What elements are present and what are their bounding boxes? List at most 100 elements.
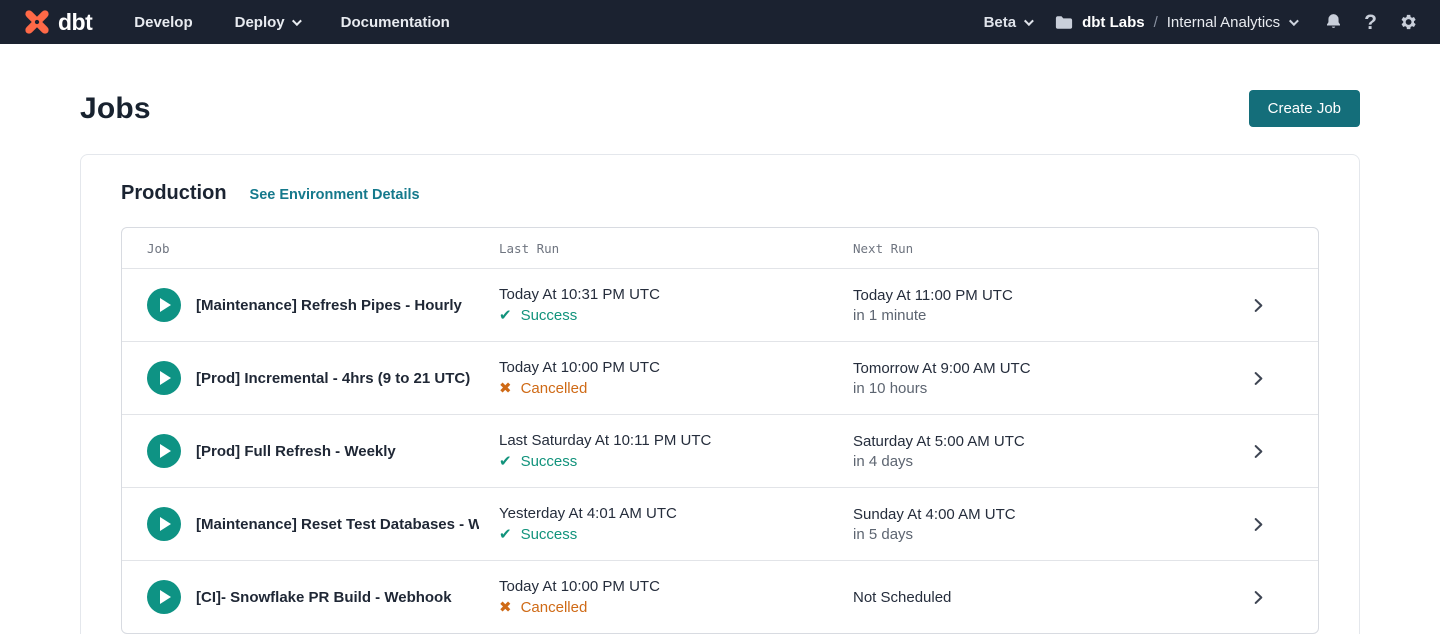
next-run-cell: Today At 11:00 PM UTC in 1 minute — [853, 287, 1198, 324]
column-header-next-run: Next Run — [853, 241, 1198, 256]
status-icon: ✔ — [499, 525, 512, 543]
chevron-down-icon — [1289, 16, 1299, 26]
next-run-time: Saturday At 5:00 AM UTC — [853, 433, 1198, 450]
environment-card: Production See Environment Details Job L… — [80, 154, 1360, 634]
account-name: dbt Labs — [1082, 14, 1145, 31]
chevron-right-icon[interactable] — [1251, 590, 1266, 605]
status-badge: Success — [521, 453, 578, 470]
job-name: [Maintenance] Reset Test Databases - W… — [196, 516, 479, 533]
breadcrumb-separator: / — [1154, 14, 1158, 31]
nav-item-label: Develop — [134, 14, 192, 31]
next-run-time: Tomorrow At 9:00 AM UTC — [853, 360, 1198, 377]
last-run-time: Today At 10:00 PM UTC — [499, 359, 853, 376]
chevron-right-icon[interactable] — [1251, 298, 1266, 313]
next-run-cell: Sunday At 4:00 AM UTC in 5 days — [853, 506, 1198, 543]
bell-icon[interactable] — [1324, 12, 1343, 32]
status-line: ✔ Success — [499, 306, 853, 324]
job-name: [Maintenance] Refresh Pipes - Hourly — [196, 297, 462, 314]
see-environment-details-link[interactable]: See Environment Details — [250, 187, 420, 203]
table-row[interactable]: [Prod] Full Refresh - Weekly Last Saturd… — [122, 414, 1318, 487]
status-line: ✔ Success — [499, 525, 853, 543]
chevron-right-icon[interactable] — [1251, 444, 1266, 459]
status-line: ✖ Cancelled — [499, 379, 853, 397]
environment-header: Production See Environment Details — [121, 182, 1319, 205]
folder-icon — [1055, 15, 1073, 30]
environment-name: Production — [121, 182, 227, 205]
last-run-cell: Yesterday At 4:01 AM UTC ✔ Success — [499, 505, 853, 543]
create-job-button[interactable]: Create Job — [1249, 90, 1360, 127]
last-run-time: Today At 10:31 PM UTC — [499, 286, 853, 303]
status-badge: Success — [521, 526, 578, 543]
nav-item-develop[interactable]: Develop — [134, 14, 192, 31]
status-icon: ✔ — [499, 306, 512, 324]
job-cell: [Maintenance] Refresh Pipes - Hourly — [147, 288, 499, 322]
navbar-icon-group: ? — [1324, 12, 1418, 33]
last-run-time: Last Saturday At 10:11 PM UTC — [499, 432, 853, 449]
next-run-cell: Tomorrow At 9:00 AM UTC in 10 hours — [853, 360, 1198, 397]
beta-label: Beta — [984, 14, 1017, 31]
next-run-time: Today At 11:00 PM UTC — [853, 287, 1198, 304]
jobs-table-body: [Maintenance] Refresh Pipes - Hourly Tod… — [122, 268, 1318, 633]
last-run-cell: Today At 10:00 PM UTC ✖ Cancelled — [499, 359, 853, 397]
run-job-play-button[interactable] — [147, 434, 181, 468]
row-chevron-cell — [1198, 590, 1318, 605]
last-run-time: Today At 10:00 PM UTC — [499, 578, 853, 595]
navbar-right: Beta dbt Labs / Internal Analytics ? — [984, 12, 1418, 33]
nav-item-deploy[interactable]: Deploy — [235, 14, 299, 31]
help-icon[interactable]: ? — [1364, 12, 1377, 33]
top-navbar: dbt Develop Deploy Documentation Beta db… — [0, 0, 1440, 44]
nav-item-label: Documentation — [341, 14, 450, 31]
next-run-time: Sunday At 4:00 AM UTC — [853, 506, 1198, 523]
run-job-play-button[interactable] — [147, 288, 181, 322]
row-chevron-cell — [1198, 371, 1318, 386]
play-icon — [160, 298, 171, 312]
status-badge: Success — [521, 307, 578, 324]
play-icon — [160, 590, 171, 604]
next-run-time: Not Scheduled — [853, 589, 1198, 606]
row-chevron-cell — [1198, 444, 1318, 459]
status-badge: Cancelled — [521, 599, 588, 616]
play-icon — [160, 517, 171, 531]
table-row[interactable]: [Maintenance] Reset Test Databases - W… … — [122, 487, 1318, 560]
job-cell: [Prod] Full Refresh - Weekly — [147, 434, 499, 468]
chevron-right-icon[interactable] — [1251, 371, 1266, 386]
row-chevron-cell — [1198, 298, 1318, 313]
last-run-cell: Last Saturday At 10:11 PM UTC ✔ Success — [499, 432, 853, 470]
last-run-cell: Today At 10:00 PM UTC ✖ Cancelled — [499, 578, 853, 616]
dbt-logo[interactable]: dbt — [22, 7, 92, 37]
brand-wordmark: dbt — [58, 9, 92, 36]
nav-item-documentation[interactable]: Documentation — [341, 14, 450, 31]
account-project-switcher[interactable]: dbt Labs / Internal Analytics — [1055, 14, 1296, 31]
gear-icon[interactable] — [1398, 12, 1418, 32]
table-row[interactable]: [CI]- Snowflake PR Build - Webhook Today… — [122, 560, 1318, 633]
table-row[interactable]: [Prod] Incremental - 4hrs (9 to 21 UTC) … — [122, 341, 1318, 414]
play-icon — [160, 444, 171, 458]
next-run-relative: in 5 days — [853, 526, 1198, 543]
table-row[interactable]: [Maintenance] Refresh Pipes - Hourly Tod… — [122, 268, 1318, 341]
run-job-play-button[interactable] — [147, 507, 181, 541]
job-name: [Prod] Full Refresh - Weekly — [196, 443, 396, 460]
beta-dropdown[interactable]: Beta — [984, 14, 1032, 31]
play-icon — [160, 371, 171, 385]
chevron-down-icon — [1024, 16, 1034, 26]
primary-nav: Develop Deploy Documentation — [134, 14, 450, 31]
job-cell: [Prod] Incremental - 4hrs (9 to 21 UTC) — [147, 361, 499, 395]
status-line: ✖ Cancelled — [499, 598, 853, 616]
chevron-right-icon[interactable] — [1251, 517, 1266, 532]
run-job-play-button[interactable] — [147, 361, 181, 395]
status-line: ✔ Success — [499, 452, 853, 470]
run-job-play-button[interactable] — [147, 580, 181, 614]
status-badge: Cancelled — [521, 380, 588, 397]
jobs-table: Job Last Run Next Run [Maintenance] Refr… — [121, 227, 1319, 634]
dbt-logo-icon — [22, 7, 52, 37]
page-header: Jobs Create Job — [0, 90, 1440, 127]
page-title: Jobs — [80, 92, 151, 126]
next-run-relative: in 4 days — [853, 453, 1198, 470]
column-header-job: Job — [147, 241, 499, 256]
status-icon: ✔ — [499, 452, 512, 470]
jobs-table-header: Job Last Run Next Run — [122, 228, 1318, 268]
next-run-relative: in 10 hours — [853, 380, 1198, 397]
next-run-cell: Not Scheduled — [853, 589, 1198, 606]
nav-item-label: Deploy — [235, 14, 285, 31]
chevron-down-icon — [292, 16, 302, 26]
